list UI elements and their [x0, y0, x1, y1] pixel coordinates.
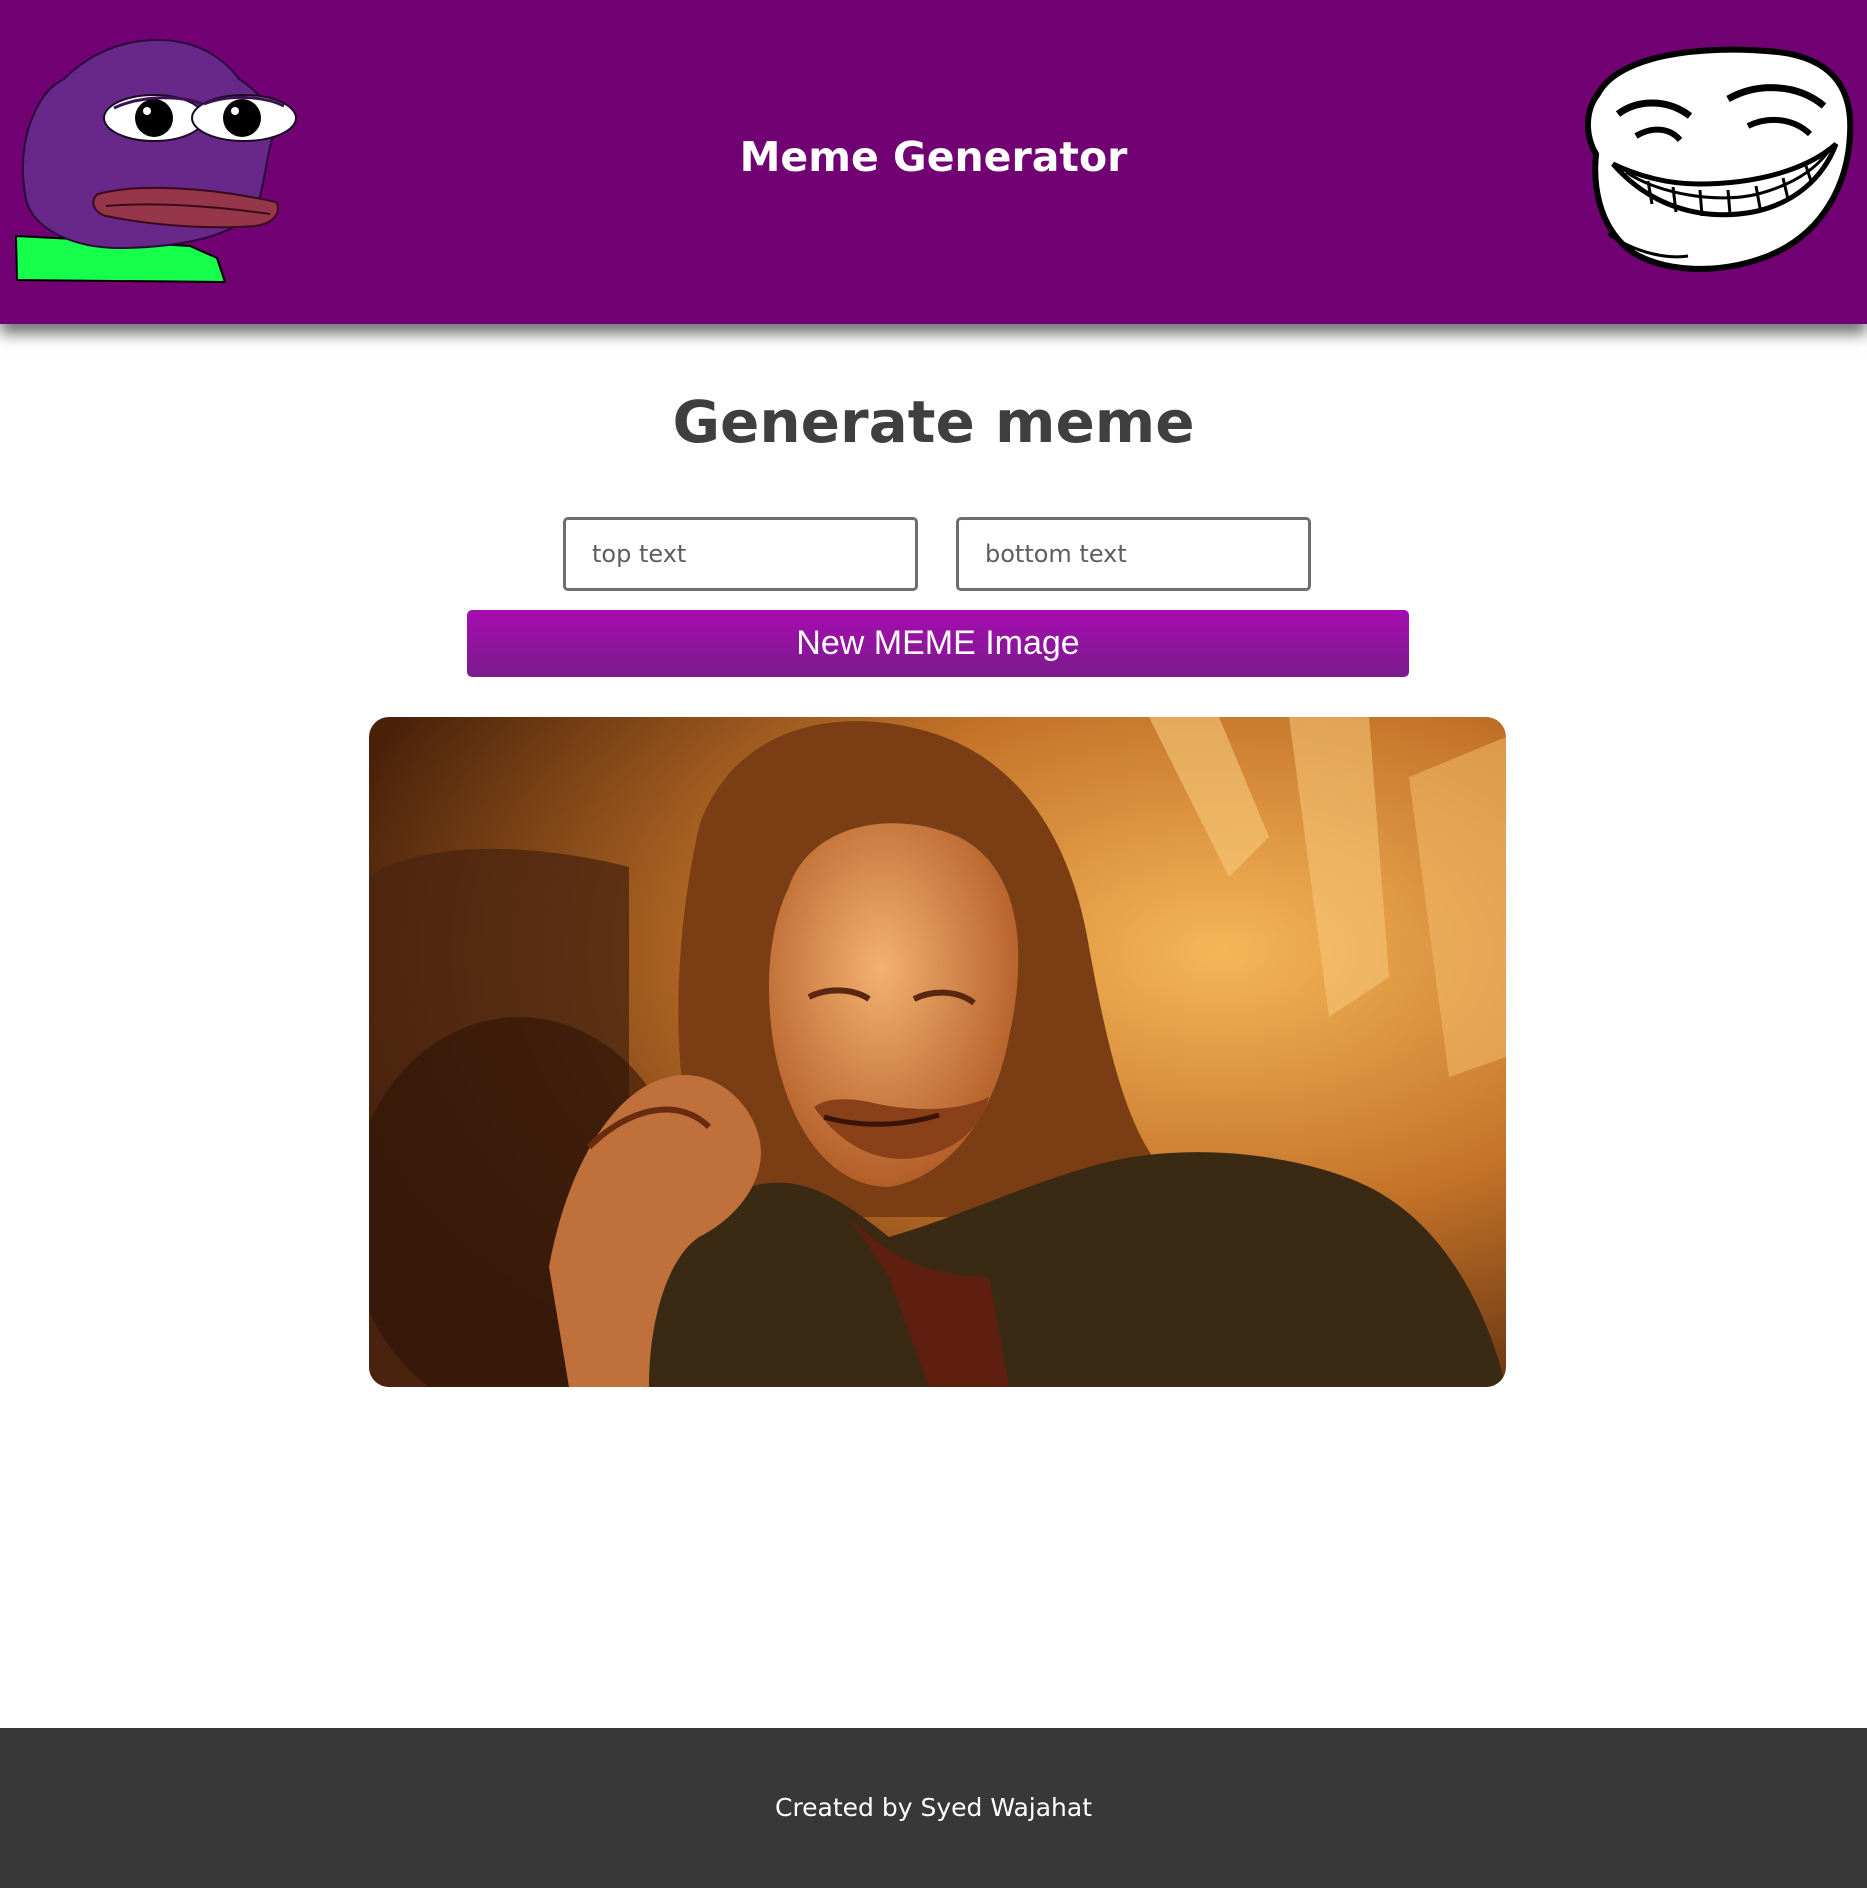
page-heading: Generate meme [672, 388, 1195, 456]
meme-image [369, 717, 1506, 1387]
trollface-logo [1584, 46, 1854, 272]
new-meme-image-button[interactable]: New MEME Image [467, 610, 1409, 677]
site-header: Meme Generator [0, 0, 1867, 324]
bottom-text-input[interactable] [956, 517, 1311, 591]
site-footer: Created by Syed Wajahat [0, 1728, 1867, 1888]
footer-credit: Created by Syed Wajahat [774, 1793, 1093, 1822]
top-text-input[interactable] [563, 517, 918, 591]
